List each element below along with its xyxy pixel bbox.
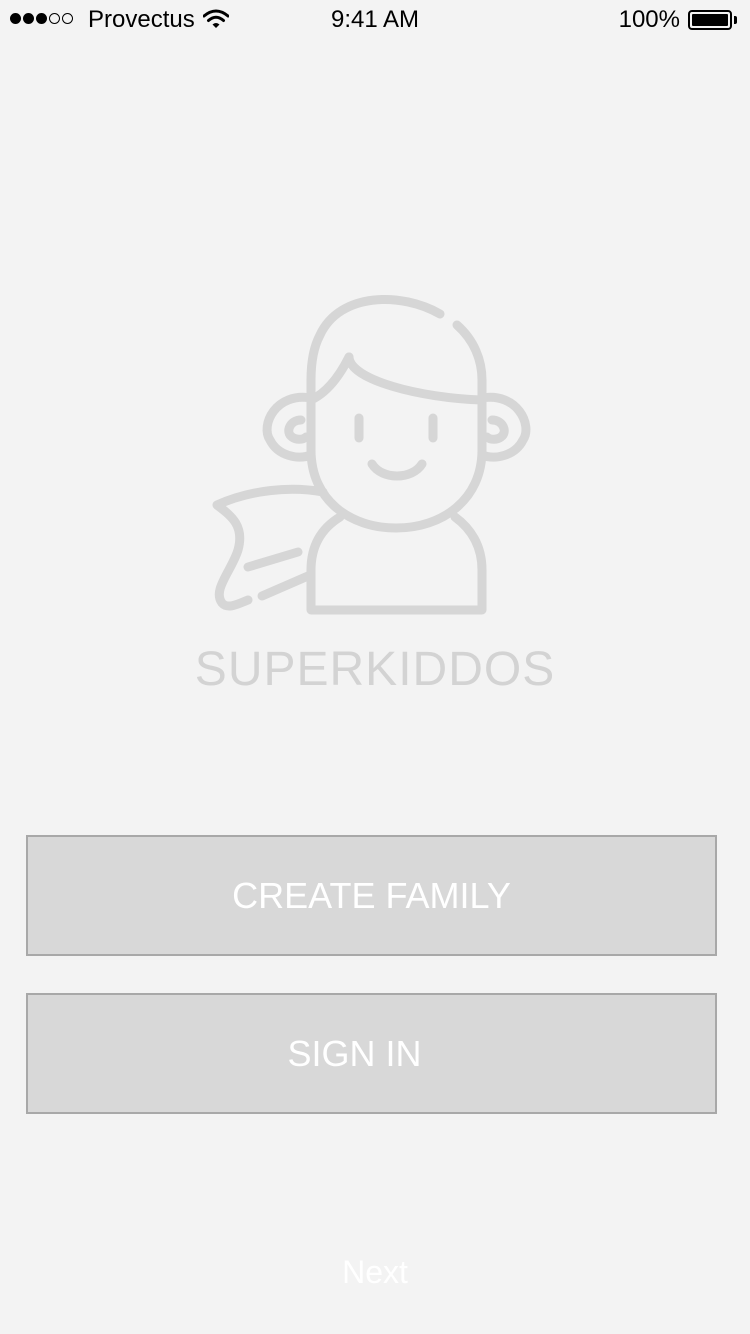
create-family-button[interactable]: CREATE FAMILY bbox=[26, 835, 717, 956]
next-button[interactable]: Next bbox=[0, 1252, 750, 1292]
battery-percentage: 100% bbox=[618, 6, 680, 33]
sign-in-button-label: SIGN IN bbox=[287, 1033, 422, 1074]
battery-icon bbox=[688, 10, 732, 30]
create-family-button-label: CREATE FAMILY bbox=[232, 875, 511, 916]
superhero-kid-icon bbox=[212, 295, 531, 615]
app-brand-name: SUPERKIDDOS bbox=[194, 643, 556, 696]
status-bar: Provectus 9:41 AM 100% bbox=[0, 0, 750, 40]
sign-in-button[interactable]: SIGN IN bbox=[26, 993, 717, 1114]
battery-level-fill bbox=[692, 14, 728, 26]
battery-tip bbox=[734, 16, 737, 24]
